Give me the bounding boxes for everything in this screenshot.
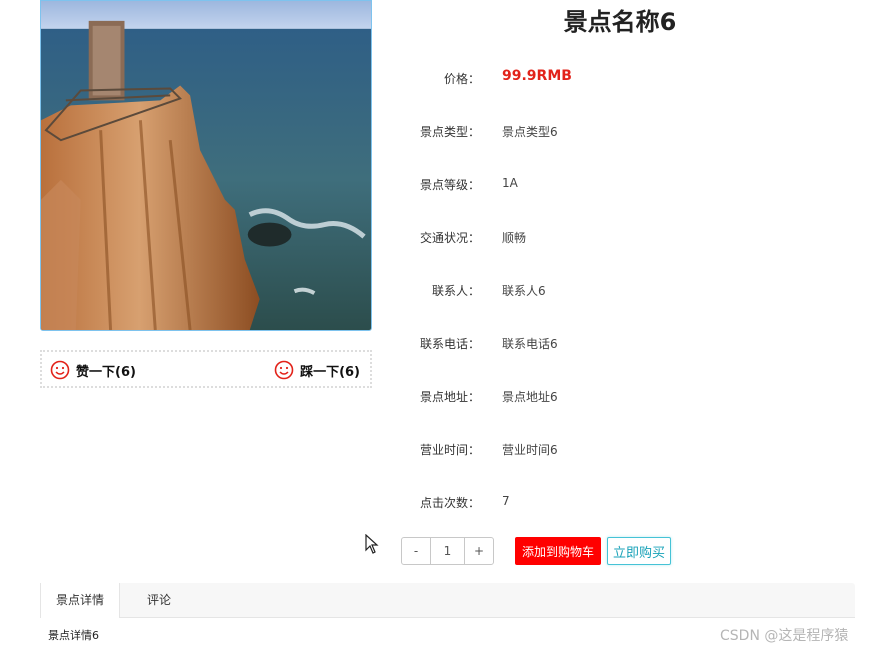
info-row-type: 景点类型： 景点类型6 bbox=[400, 123, 780, 143]
info-row-phone: 联系电话： 联系电话6 bbox=[400, 335, 780, 355]
clicks-value: 7 bbox=[502, 494, 510, 508]
increment-button[interactable]: + bbox=[465, 538, 493, 564]
quantity-input[interactable]: 1 bbox=[430, 538, 465, 564]
hours-value: 营业时间6 bbox=[502, 443, 558, 457]
detail-tabs: 景点详情 评论 bbox=[40, 583, 855, 618]
contact-label: 联系人： bbox=[431, 284, 480, 298]
price-label: 价格： bbox=[443, 72, 480, 86]
address-label: 景点地址： bbox=[419, 390, 480, 404]
address-value: 景点地址6 bbox=[502, 390, 558, 404]
traffic-value: 顺畅 bbox=[502, 231, 527, 245]
smiley-face-icon bbox=[274, 360, 294, 380]
page-title: 景点名称6 bbox=[563, 8, 677, 36]
tab-comments[interactable]: 评论 bbox=[136, 583, 182, 617]
traffic-label: 交通状况： bbox=[419, 231, 480, 245]
info-row-hours: 营业时间： 营业时间6 bbox=[400, 441, 780, 461]
info-row-address: 景点地址： 景点地址6 bbox=[400, 388, 780, 408]
decrement-button[interactable]: - bbox=[402, 538, 430, 564]
smiley-face-icon bbox=[50, 360, 70, 380]
phone-value: 联系电话6 bbox=[502, 337, 558, 351]
price-value: 99.9RMB bbox=[502, 68, 572, 84]
info-row-clicks: 点击次数： 7 bbox=[400, 494, 780, 514]
like-button[interactable]: 赞一下(6) bbox=[50, 360, 136, 380]
like-label: 赞一下(6) bbox=[76, 364, 136, 380]
type-value: 景点类型6 bbox=[502, 125, 558, 139]
clicks-label: 点击次数： bbox=[419, 496, 480, 510]
scenic-spot-image bbox=[40, 0, 372, 331]
quantity-stepper: - 1 + bbox=[401, 537, 494, 565]
type-label: 景点类型： bbox=[419, 125, 480, 139]
watermark: CSDN @这是程序猿 bbox=[720, 628, 849, 644]
level-label: 景点等级： bbox=[419, 178, 480, 192]
hours-label: 营业时间： bbox=[419, 443, 480, 457]
info-row-level: 景点等级： 1A bbox=[400, 176, 780, 196]
info-row-contact: 联系人： 联系人6 bbox=[400, 282, 780, 302]
dislike-label: 踩一下(6) bbox=[300, 364, 360, 380]
phone-label: 联系电话： bbox=[419, 337, 480, 351]
dislike-button[interactable]: 踩一下(6) bbox=[274, 360, 360, 380]
add-to-cart-button[interactable]: 添加到购物车 bbox=[515, 537, 601, 565]
info-row-traffic: 交通状况： 顺畅 bbox=[400, 229, 780, 249]
level-value: 1A bbox=[502, 176, 518, 190]
buy-now-button[interactable]: 立即购买 bbox=[607, 537, 671, 565]
tab-content: 景点详情6 bbox=[48, 629, 99, 642]
contact-value: 联系人6 bbox=[502, 284, 546, 298]
vote-bar: 赞一下(6) 踩一下(6) bbox=[40, 350, 372, 388]
mouse-pointer-icon bbox=[365, 534, 379, 554]
tab-details[interactable]: 景点详情 bbox=[40, 583, 120, 618]
info-row-price: 价格： 99.9RMB bbox=[400, 68, 780, 90]
